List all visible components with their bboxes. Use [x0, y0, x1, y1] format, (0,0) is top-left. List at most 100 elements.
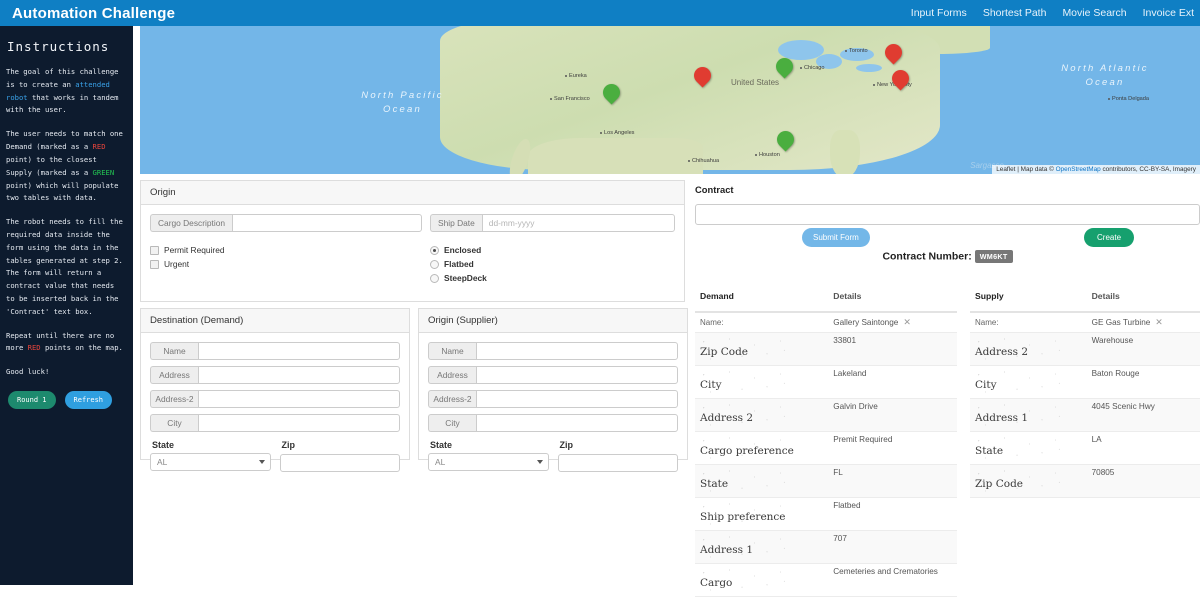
map-marker-demand-2[interactable] — [881, 40, 906, 65]
destination-zip-input[interactable] — [279, 454, 400, 472]
origin-panel-title: Origin — [141, 181, 684, 205]
supplier-state-select[interactable]: AL — [428, 453, 549, 471]
city-label-toronto: Toronto — [845, 48, 868, 54]
destination-address-group: Address — [150, 366, 400, 384]
demand-table-header: Demand Details — [695, 284, 957, 313]
permit-required-checkbox-row[interactable]: Permit Required — [150, 245, 422, 255]
great-lake-erie — [856, 64, 882, 72]
city-label-chicago: Chicago — [800, 65, 825, 71]
city-label-eureka: Eureka — [565, 73, 587, 79]
supplier-address2-group: Address-2 — [428, 390, 678, 408]
supply-row-key: State — [971, 435, 1067, 461]
cargo-description-input[interactable] — [232, 214, 422, 232]
create-button[interactable]: Create — [1084, 228, 1135, 247]
city-label-san-francisco: San Francisco — [550, 96, 590, 102]
contract-section: Contract — [695, 184, 1200, 225]
city-label-los-angeles: Los Angeles — [600, 130, 634, 136]
supplier-name-input[interactable] — [476, 342, 678, 360]
table-row: Address 2 Galvin Drive — [695, 399, 957, 432]
permit-required-checkbox[interactable] — [150, 245, 159, 255]
destination-state-value: AL — [157, 457, 168, 467]
flatbed-radio[interactable] — [430, 259, 439, 269]
refresh-button[interactable]: Refresh — [64, 391, 113, 410]
instr-red-highlight-2: RED — [27, 343, 41, 353]
supply-row-key: Address 2 — [971, 336, 1067, 362]
enclosed-radio[interactable] — [430, 245, 439, 255]
supplier-state-label: State — [430, 440, 453, 450]
supplier-city-group: City — [428, 414, 678, 432]
steepdeck-radio-row[interactable]: SteepDeck — [430, 273, 675, 283]
map-marker-supply-2[interactable] — [772, 54, 797, 79]
supplier-address-input[interactable] — [476, 366, 678, 384]
nav-link-invoice-ext[interactable]: Invoice Ext — [1143, 7, 1194, 19]
attribution-prefix: Leaflet | Map data © — [996, 166, 1056, 173]
demand-row-value: Flatbed — [833, 501, 861, 510]
instr-p2-text-c: point) which will populate two tables wi… — [6, 180, 119, 203]
table-row: Zip Code 33801 — [695, 333, 957, 366]
instructions-paragraph-4: Repeat until there are no more RED point… — [6, 330, 126, 356]
destination-name-input[interactable] — [198, 342, 400, 360]
ocean-label-atlantic: North Atlantic Ocean — [1061, 63, 1149, 88]
table-row: Name: Gallery Saintonge ✕ — [695, 313, 957, 333]
close-icon[interactable]: ✕ — [1155, 317, 1163, 327]
demand-row-value: Lakeland — [833, 369, 867, 378]
map-marker-supply-3[interactable] — [773, 127, 798, 152]
instr-green-highlight: GREEN — [92, 167, 115, 177]
table-row: City Baton Rouge — [970, 366, 1200, 399]
table-row: Cargo Cemeteries and Crematories — [695, 564, 957, 597]
supplier-address2-label: Address-2 — [428, 390, 476, 408]
nav-links: Input Forms Shortest Path Movie Search I… — [911, 7, 1194, 19]
contract-input[interactable] — [695, 204, 1200, 225]
submit-form-button[interactable]: Submit Form — [802, 228, 870, 247]
supplier-zip-input[interactable] — [557, 454, 678, 472]
flatbed-radio-row[interactable]: Flatbed — [430, 259, 675, 269]
steepdeck-radio[interactable] — [430, 273, 439, 283]
contract-number-row: Contract Number: WM6KT — [695, 250, 1200, 263]
table-row: Address 1 4045 Scenic Hwy — [970, 399, 1200, 432]
supplier-name-label: Name — [428, 342, 476, 360]
supply-table: Supply Details Name: GE Gas Turbine ✕ Add… — [970, 284, 1200, 498]
supplier-city-input[interactable] — [476, 414, 678, 432]
nav-link-movie-search[interactable]: Movie Search — [1062, 7, 1126, 19]
destination-address2-input[interactable] — [198, 390, 400, 408]
attribution-osm-link[interactable]: OpenStreetMap — [1056, 166, 1101, 173]
supply-row-value: Baton Rouge — [1091, 369, 1140, 378]
supply-row-value: Warehouse — [1091, 336, 1134, 345]
round-button[interactable]: Round 1 — [8, 391, 56, 410]
urgent-label: Urgent — [164, 259, 190, 269]
supplier-address-label: Address — [428, 366, 476, 384]
nav-link-shortest-path[interactable]: Shortest Path — [983, 7, 1047, 19]
destination-state-label: State — [152, 440, 175, 450]
enclosed-radio-row[interactable]: Enclosed — [430, 245, 675, 255]
destination-state-select[interactable]: AL — [150, 453, 271, 471]
destination-zip-label: Zip — [281, 440, 296, 450]
ship-date-input[interactable] — [481, 214, 675, 232]
demand-row-key: Address 1 — [696, 534, 792, 560]
destination-address-input[interactable] — [198, 366, 400, 384]
map-marker-demand-1[interactable] — [690, 63, 715, 88]
supplier-name-group: Name — [428, 342, 678, 360]
instr-red-highlight: RED — [92, 142, 106, 152]
close-icon[interactable]: ✕ — [903, 317, 911, 327]
supplier-address2-input[interactable] — [476, 390, 678, 408]
nav-link-input-forms[interactable]: Input Forms — [911, 7, 967, 19]
urgent-checkbox-row[interactable]: Urgent — [150, 259, 422, 269]
leaflet-map[interactable]: North Pacific Ocean North Atlantic Ocean… — [140, 26, 1200, 174]
map-marker-demand-3[interactable] — [888, 66, 913, 91]
destination-city-input[interactable] — [198, 414, 400, 432]
demand-row-key: Cargo preference — [696, 435, 794, 461]
origin-panel: Origin Cargo Description Ship Date Per — [140, 180, 685, 302]
destination-address-label: Address — [150, 366, 198, 384]
demand-row-value: Cemeteries and Crematories — [833, 567, 938, 576]
table-row: Cargo preference Premit Required — [695, 432, 957, 465]
map-attribution: Leaflet | Map data © OpenStreetMap contr… — [992, 165, 1200, 174]
destination-address2-label: Address-2 — [150, 390, 198, 408]
table-row: Ship preference Flatbed — [695, 498, 957, 531]
contract-number-label: Contract Number: — [882, 250, 972, 263]
map-marker-supply-1[interactable] — [599, 80, 624, 105]
destination-panel-title: Destination (Demand) — [141, 309, 409, 333]
urgent-checkbox[interactable] — [150, 259, 159, 269]
demand-row-key: City — [696, 369, 792, 395]
instructions-good-luck: Good luck! — [6, 367, 50, 377]
captcha-noise — [971, 468, 1067, 494]
